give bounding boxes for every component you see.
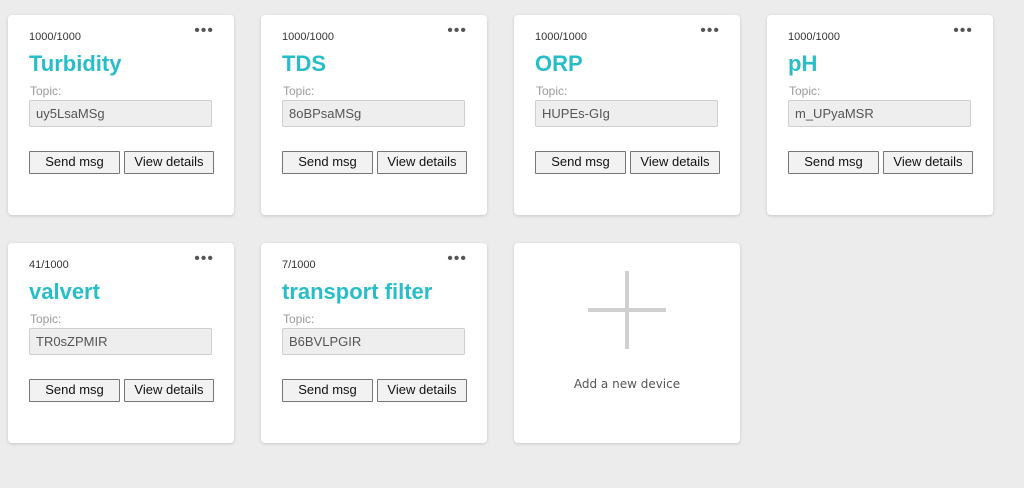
device-card: 1000/1000 ••• Turbidity Topic: uy5LsaMSg… — [8, 15, 234, 215]
device-name: transport filter — [282, 279, 433, 304]
view-details-button[interactable]: View details — [124, 151, 214, 174]
more-options-icon[interactable]: ••• — [447, 251, 467, 267]
send-msg-button[interactable]: Send msg — [282, 379, 373, 402]
plus-icon-bar — [588, 308, 666, 312]
view-details-button[interactable]: View details — [377, 151, 467, 174]
message-count: 1000/1000 — [535, 31, 587, 43]
view-details-button[interactable]: View details — [124, 379, 214, 402]
device-card: 7/1000 ••• transport filter Topic: B6BVL… — [261, 243, 487, 443]
add-device-card[interactable]: Add a new device — [514, 243, 740, 443]
device-card: 1000/1000 ••• pH Topic: m_UPyaMSR Send m… — [767, 15, 993, 215]
device-name: TDS — [282, 51, 326, 76]
message-count: 7/1000 — [282, 259, 316, 271]
topic-label: Topic: — [283, 312, 315, 326]
topic-field[interactable]: m_UPyaMSR — [788, 100, 971, 127]
topic-field[interactable]: uy5LsaMSg — [29, 100, 212, 127]
message-count: 41/1000 — [29, 259, 69, 271]
device-name: Turbidity — [29, 51, 122, 76]
topic-field[interactable]: HUPEs-GIg — [535, 100, 718, 127]
topic-label: Topic: — [789, 84, 821, 98]
send-msg-button[interactable]: Send msg — [282, 151, 373, 174]
topic-field[interactable]: 8oBPsaMSg — [282, 100, 465, 127]
device-name: ORP — [535, 51, 583, 76]
device-grid: 1000/1000 ••• Turbidity Topic: uy5LsaMSg… — [0, 0, 1024, 488]
more-options-icon[interactable]: ••• — [447, 23, 467, 39]
topic-label: Topic: — [283, 84, 315, 98]
topic-label: Topic: — [30, 312, 62, 326]
send-msg-button[interactable]: Send msg — [535, 151, 626, 174]
device-card: 1000/1000 ••• ORP Topic: HUPEs-GIg Send … — [514, 15, 740, 215]
topic-field[interactable]: TR0sZPMIR — [29, 328, 212, 355]
send-msg-button[interactable]: Send msg — [788, 151, 879, 174]
device-card: 41/1000 ••• valvert Topic: TR0sZPMIR Sen… — [8, 243, 234, 443]
message-count: 1000/1000 — [788, 31, 840, 43]
view-details-button[interactable]: View details — [630, 151, 720, 174]
message-count: 1000/1000 — [282, 31, 334, 43]
device-name: pH — [788, 51, 818, 76]
more-options-icon[interactable]: ••• — [953, 23, 973, 39]
send-msg-button[interactable]: Send msg — [29, 151, 120, 174]
add-device-label: Add a new device — [573, 377, 681, 391]
message-count: 1000/1000 — [29, 31, 81, 43]
more-options-icon[interactable]: ••• — [194, 251, 214, 267]
topic-field[interactable]: B6BVLPGIR — [282, 328, 465, 355]
more-options-icon[interactable]: ••• — [194, 23, 214, 39]
view-details-button[interactable]: View details — [377, 379, 467, 402]
topic-label: Topic: — [30, 84, 62, 98]
topic-label: Topic: — [536, 84, 568, 98]
device-card: 1000/1000 ••• TDS Topic: 8oBPsaMSg Send … — [261, 15, 487, 215]
send-msg-button[interactable]: Send msg — [29, 379, 120, 402]
device-name: valvert — [29, 279, 100, 304]
more-options-icon[interactable]: ••• — [700, 23, 720, 39]
view-details-button[interactable]: View details — [883, 151, 973, 174]
